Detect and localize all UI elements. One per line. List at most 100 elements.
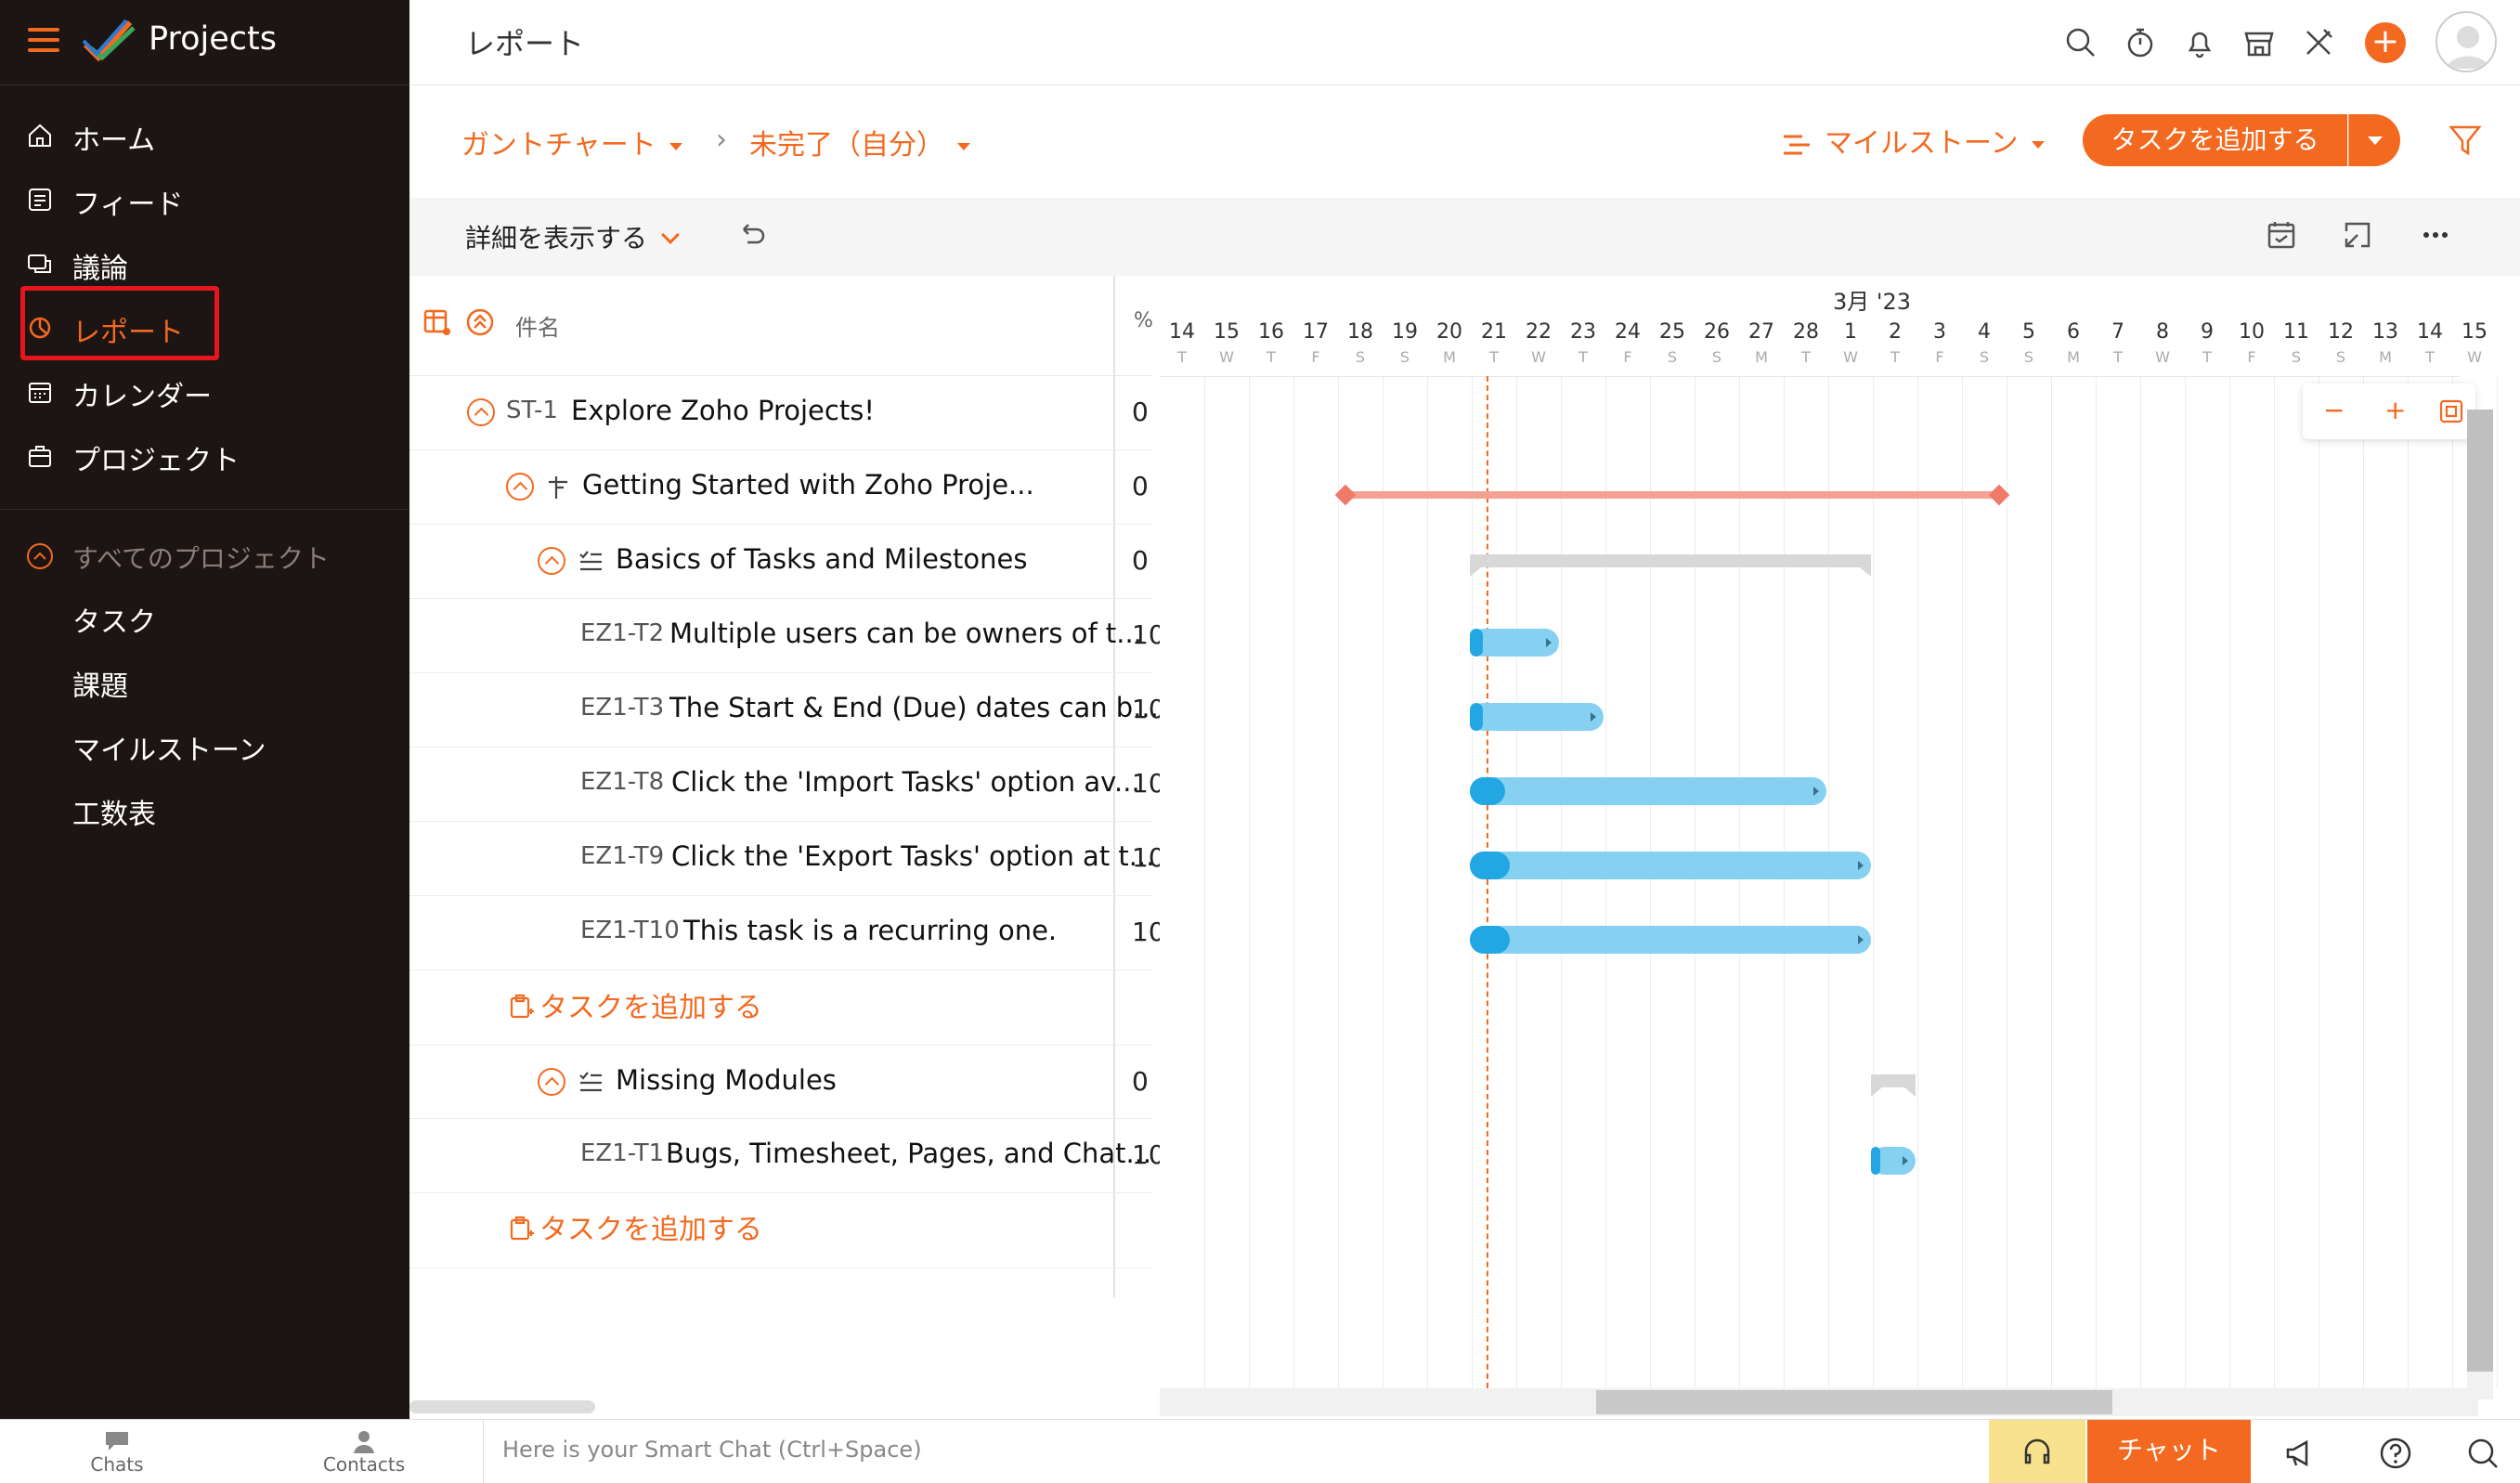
zoom-in-button[interactable]: + xyxy=(2384,395,2406,425)
expand-icon[interactable] xyxy=(2341,218,2374,252)
sidebar-item-milestones[interactable]: マイルストーン xyxy=(72,727,266,768)
gantt-task-bar[interactable] xyxy=(1470,777,1826,805)
gantt-task-bar[interactable] xyxy=(1470,926,1871,954)
collapse-icon[interactable] xyxy=(506,473,534,501)
gantt-grid-line xyxy=(1561,376,1562,1388)
task-name[interactable]: Bugs, Timesheet, Pages, and Chat... xyxy=(666,1138,1151,1169)
filter-icon[interactable] xyxy=(2449,124,2482,157)
milestone-flag-icon xyxy=(549,476,567,499)
collapse-all-icon[interactable] xyxy=(465,307,495,337)
show-details-dropdown[interactable]: 詳細を表示する xyxy=(465,218,680,255)
task-name[interactable]: Multiple users can be owners of t... xyxy=(669,618,1142,649)
sidebar-item-tasks[interactable]: タスク xyxy=(72,599,156,640)
calendar-settings-icon[interactable] xyxy=(2265,218,2298,252)
gantt-task-bar[interactable] xyxy=(1470,629,1559,657)
add-task-dropdown-button[interactable] xyxy=(2348,114,2400,166)
smart-chat-input[interactable]: Here is your Smart Chat (Ctrl+Space) xyxy=(483,1420,1987,1483)
help-icon[interactable] xyxy=(2377,1435,2414,1472)
timer-icon[interactable] xyxy=(2122,24,2159,61)
sidebar-divider xyxy=(0,509,409,510)
gantt-horizontal-scrollbar[interactable] xyxy=(1160,1388,2478,1416)
gantt-day-label: 21 xyxy=(1481,320,1507,344)
tools-icon[interactable] xyxy=(2300,24,2337,61)
collapse-icon[interactable] xyxy=(538,1068,565,1096)
collapse-icon[interactable] xyxy=(538,547,565,575)
table-row[interactable]: ST-1 Explore Zoho Projects! 0 xyxy=(409,376,1152,450)
gantt-day-label: 14 xyxy=(2417,320,2443,344)
table-row[interactable]: EZ1-T9 Click the 'Export Tasks' option a… xyxy=(409,822,1165,896)
table-row[interactable]: Missing Modules 0 xyxy=(409,1045,1152,1119)
task-name[interactable]: Missing Modules xyxy=(616,1064,837,1096)
gantt-group-bar[interactable] xyxy=(1871,1074,1916,1097)
search-help-icon[interactable] xyxy=(2464,1435,2501,1472)
gantt-milestone-bar[interactable] xyxy=(1344,491,2001,499)
task-name[interactable]: Click the 'Export Tasks' option at t... xyxy=(671,840,1154,872)
table-row[interactable]: EZ1-T2 Multiple users can be owners of t… xyxy=(409,599,1165,673)
report-highlight-box xyxy=(20,286,219,360)
gantt-grid-line xyxy=(1828,376,1829,1388)
column-header-percent[interactable]: % xyxy=(1134,309,1153,332)
milestone-dropdown[interactable]: マイルストーン xyxy=(1782,120,2045,161)
contacts-button[interactable]: Contacts xyxy=(299,1425,429,1476)
gantt-task-bar[interactable] xyxy=(1470,852,1871,879)
nav-item-project[interactable]: プロジェクト xyxy=(0,424,409,488)
sidebar-item-issues[interactable]: 課題 xyxy=(72,663,128,704)
scrollbar-thumb[interactable] xyxy=(1596,1390,2112,1414)
table-horizontal-scrollbar[interactable] xyxy=(409,1400,595,1413)
chats-button[interactable]: Chats xyxy=(52,1425,182,1476)
gantt-toolbar: 詳細を表示する xyxy=(409,198,2520,276)
add-task-button[interactable]: タスクを追加する xyxy=(2083,114,2347,166)
task-name[interactable]: Explore Zoho Projects! xyxy=(571,395,875,426)
zoom-out-button[interactable]: − xyxy=(2323,395,2345,425)
column-settings-icon[interactable] xyxy=(422,307,452,337)
task-name[interactable]: The Start & End (Due) dates can b... xyxy=(669,692,1159,723)
table-row[interactable]: EZ1-T8 Click the 'Import Tasks' option a… xyxy=(409,748,1165,822)
nav-item-feed[interactable]: フィード xyxy=(0,168,409,231)
add-task-link[interactable]: タスクを追加する xyxy=(508,1206,762,1247)
add-task-link[interactable]: タスクを追加する xyxy=(508,984,762,1025)
table-row[interactable]: EZ1-T1 Bugs, Timesheet, Pages, and Chat.… xyxy=(409,1119,1165,1193)
gantt-day-label: 14 xyxy=(1169,320,1195,344)
table-row[interactable]: Getting Started with Zoho Proje... 0 xyxy=(409,450,1152,525)
task-name[interactable]: This task is a recurring one. xyxy=(683,915,1057,946)
gantt-vertical-scrollbar[interactable] xyxy=(2467,410,2493,1375)
gantt-task-bar[interactable] xyxy=(1470,703,1604,731)
table-row[interactable]: EZ1-T10 This task is a recurring one. 10 xyxy=(409,896,1165,970)
column-header-name[interactable]: 件名 xyxy=(515,309,560,342)
gantt-day-label: 5 xyxy=(2022,320,2035,344)
chat-button[interactable]: チャット xyxy=(2087,1420,2251,1483)
support-button[interactable] xyxy=(1989,1420,2085,1483)
collapse-icon[interactable] xyxy=(467,398,495,426)
store-icon[interactable] xyxy=(2241,24,2278,61)
table-row[interactable]: Basics of Tasks and Milestones 0 xyxy=(409,525,1152,599)
avatar[interactable] xyxy=(2436,11,2497,72)
gantt-grid-line xyxy=(1293,376,1294,1388)
search-icon[interactable] xyxy=(2062,24,2099,61)
task-name[interactable]: Getting Started with Zoho Proje... xyxy=(582,469,1034,501)
hamburger-menu-icon[interactable] xyxy=(28,28,59,52)
announcement-icon[interactable] xyxy=(2280,1435,2318,1472)
gantt-day-label: 4 xyxy=(1978,320,1991,344)
task-name[interactable]: Basics of Tasks and Milestones xyxy=(616,543,1028,575)
filter-view-dropdown[interactable]: 未完了（自分） xyxy=(749,122,970,163)
nav-item-calendar[interactable]: カレンダー xyxy=(0,360,409,423)
gantt-weekday-label: S xyxy=(1711,348,1722,366)
gantt-task-bar[interactable] xyxy=(1871,1147,1916,1175)
gantt-grid-line xyxy=(1204,376,1205,1388)
table-row[interactable]: EZ1-T3 The Start & End (Due) dates can b… xyxy=(409,673,1165,748)
more-options-icon[interactable] xyxy=(2419,218,2452,252)
sidebar-item-timesheet[interactable]: 工数表 xyxy=(72,791,156,832)
gantt-day-label: 15 xyxy=(1214,320,1240,344)
gantt-group-bar[interactable] xyxy=(1470,554,1871,577)
undo-icon[interactable] xyxy=(734,218,768,252)
bell-icon[interactable] xyxy=(2181,24,2218,61)
fit-to-screen-icon[interactable] xyxy=(2438,398,2464,424)
nav-item-label: ホーム xyxy=(72,124,156,157)
nav-item-home[interactable]: ホーム xyxy=(0,104,409,167)
view-dropdown[interactable]: ガントチャート xyxy=(461,122,682,163)
gantt-day-label: 27 xyxy=(1748,320,1774,344)
task-percent: 0 xyxy=(1132,471,1149,501)
plus-icon[interactable]: + xyxy=(2365,22,2406,63)
gantt-day-label: 11 xyxy=(2283,320,2309,344)
task-name[interactable]: Click the 'Import Tasks' option av... xyxy=(671,766,1140,798)
